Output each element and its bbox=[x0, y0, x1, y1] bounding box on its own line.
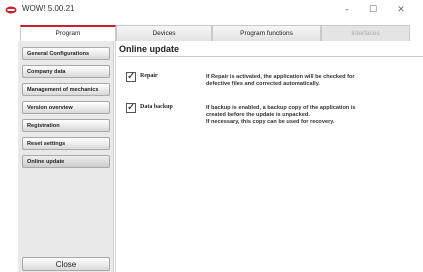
close-window-button[interactable]: ✕ bbox=[393, 3, 409, 17]
tab-program[interactable]: Program bbox=[20, 25, 116, 41]
title-bar: WOW! 5.00.21 – ☐ ✕ bbox=[0, 0, 423, 21]
description-line: If Repair is activated, the application … bbox=[206, 74, 355, 80]
maximize-button[interactable]: ☐ bbox=[365, 3, 381, 17]
description-line: created before the update is unpacked. bbox=[206, 112, 310, 118]
tab-devices[interactable]: Devices bbox=[116, 25, 212, 41]
sidebar-item-general-configurations[interactable]: General Configurations bbox=[22, 47, 110, 60]
data-backup-description: If backup is enabled, a backup copy of t… bbox=[206, 105, 406, 126]
sidebar-item-version-overview[interactable]: Version overview bbox=[22, 101, 110, 114]
minimize-button[interactable]: – bbox=[339, 3, 355, 17]
title-divider bbox=[118, 56, 423, 57]
tab-program-functions[interactable]: Program functions bbox=[212, 25, 321, 41]
data-backup-checkbox[interactable]: ✓ bbox=[126, 103, 136, 113]
main-tabs: Program Devices Program functions Interf… bbox=[20, 25, 410, 41]
repair-description: If Repair is activated, the application … bbox=[206, 74, 406, 88]
sidebar-item-management-of-mechanics[interactable]: Management of mechanics bbox=[22, 83, 110, 96]
window-title: WOW! 5.00.21 bbox=[22, 4, 75, 13]
tab-interfaces: Interfaces bbox=[321, 25, 410, 41]
page-title: Online update bbox=[119, 44, 180, 54]
repair-label: Repair bbox=[140, 73, 158, 79]
repair-checkbox[interactable]: ✓ bbox=[126, 72, 136, 82]
sidebar: General Configurations Company data Mana… bbox=[18, 41, 114, 272]
app-icon bbox=[5, 6, 17, 14]
description-line: defective files and corrected automatica… bbox=[206, 81, 320, 87]
description-line: If necessary, this copy can be used for … bbox=[206, 119, 335, 125]
main-panel: Online update ✓ Repair If Repair is acti… bbox=[115, 41, 423, 272]
check-icon: ✓ bbox=[127, 102, 136, 113]
sidebar-item-registration[interactable]: Registration bbox=[22, 119, 110, 132]
check-icon: ✓ bbox=[127, 71, 136, 82]
sidebar-item-online-update[interactable]: Online update bbox=[22, 155, 110, 168]
sidebar-item-company-data[interactable]: Company data bbox=[22, 65, 110, 78]
close-button[interactable]: Close bbox=[22, 257, 110, 271]
description-line: If backup is enabled, a backup copy of t… bbox=[206, 105, 356, 111]
sidebar-item-reset-settings[interactable]: Reset settings bbox=[22, 137, 110, 150]
data-backup-label: Data backup bbox=[140, 104, 173, 110]
